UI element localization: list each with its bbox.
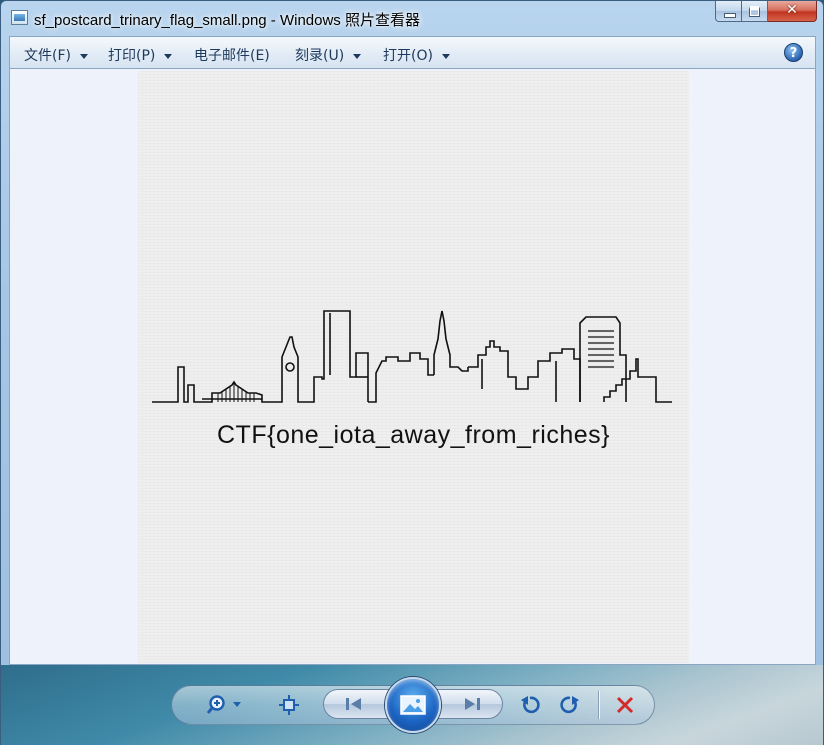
rotate-clockwise-button[interactable]	[556, 691, 584, 719]
menu-print[interactable]: 打印(P)	[108, 45, 173, 65]
slideshow-icon	[400, 695, 426, 715]
photo-viewer-window: sf_postcard_trinary_flag_small.png - Win…	[0, 0, 824, 745]
help-icon[interactable]: ?	[784, 43, 803, 62]
rotate-counterclockwise-button[interactable]	[516, 691, 544, 719]
menu-open[interactable]: 打开(O)	[383, 45, 450, 65]
next-button[interactable]	[459, 693, 485, 715]
close-button[interactable]: ✕	[768, 1, 817, 22]
zoom-button[interactable]	[203, 691, 243, 719]
chevron-down-icon	[353, 53, 362, 59]
previous-button[interactable]	[341, 693, 367, 715]
delete-icon	[616, 696, 634, 714]
menu-print-label: 打印(P)	[108, 48, 156, 64]
menu-bar: 文件(F) 打印(P) 电子邮件(E) 刻录(U) 打开(O) ?	[9, 36, 816, 69]
toolbar-separator	[598, 691, 599, 719]
title-bar[interactable]: sf_postcard_trinary_flag_small.png - Win…	[1, 1, 823, 35]
displayed-image: CTF{one_iota_away_from_riches}	[138, 71, 689, 663]
magnifier-zoom-icon	[206, 695, 241, 714]
menu-email[interactable]: 电子邮件(E)	[194, 45, 270, 65]
skyline-drawing	[152, 310, 672, 403]
actual-size-icon	[279, 695, 299, 715]
menu-file[interactable]: 文件(F)	[24, 45, 88, 65]
menu-file-label: 文件(F)	[24, 48, 71, 64]
minimize-button[interactable]	[715, 1, 742, 22]
previous-icon	[346, 698, 361, 710]
flag-text: CTF{one_iota_away_from_riches}	[217, 421, 610, 449]
rotate-counterclockwise-icon	[521, 696, 540, 714]
image-viewer-area: CTF{one_iota_away_from_riches}	[9, 69, 816, 665]
next-icon	[465, 698, 480, 710]
delete-button[interactable]	[611, 691, 639, 719]
close-icon: ✕	[786, 2, 798, 18]
menu-burn[interactable]: 刻录(U)	[295, 45, 362, 65]
menu-open-label: 打开(O)	[383, 48, 433, 64]
rotate-clockwise-icon	[560, 696, 579, 714]
slideshow-button[interactable]	[385, 677, 441, 733]
maximize-button[interactable]	[742, 1, 768, 22]
photo-viewer-app-icon	[11, 10, 28, 25]
actual-size-button[interactable]	[275, 691, 303, 719]
menu-burn-label: 刻录(U)	[295, 48, 345, 64]
caption-buttons: ✕	[715, 1, 817, 23]
chevron-down-icon	[164, 53, 173, 59]
chevron-down-icon	[79, 53, 88, 59]
window-title: sf_postcard_trinary_flag_small.png - Win…	[34, 12, 420, 29]
menu-email-label: 电子邮件(E)	[194, 48, 270, 64]
chevron-down-icon	[441, 53, 450, 59]
